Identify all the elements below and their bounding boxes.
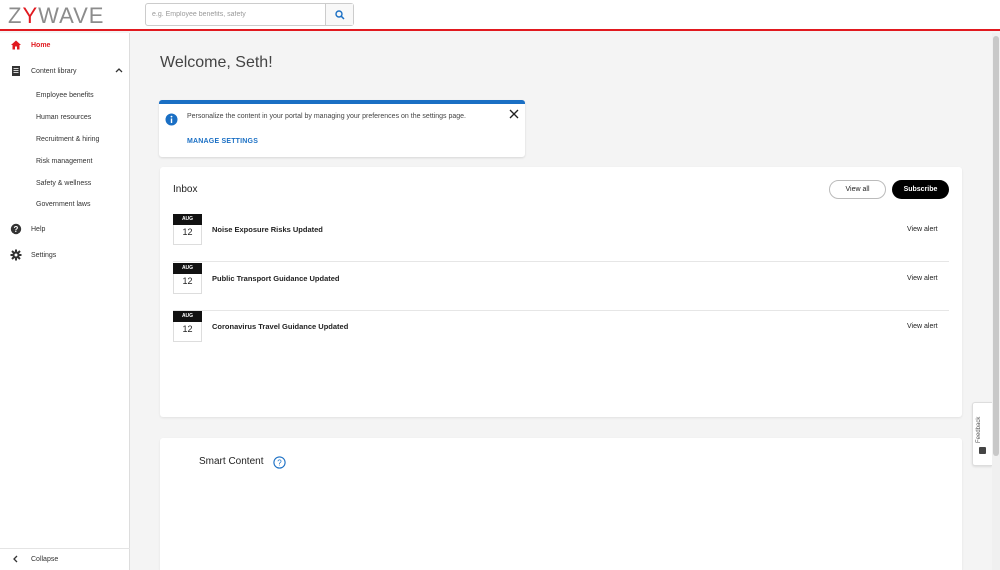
sidebar-sub-item-employee-benefits[interactable]: Employee benefits xyxy=(36,92,94,99)
close-icon[interactable] xyxy=(509,109,519,119)
help-icon: ? xyxy=(10,223,22,235)
inbox-card: Inbox View all Subscribe AUG 12 Noise Ex… xyxy=(160,167,962,417)
sidebar-item-label: Settings xyxy=(31,251,57,259)
date-day: 12 xyxy=(182,227,193,237)
settings-banner: Personalize the content in your portal b… xyxy=(159,100,525,157)
manage-settings-link[interactable]: MANAGE SETTINGS xyxy=(187,138,258,145)
search-box xyxy=(145,3,354,26)
sidebar-sub-item-government-laws[interactable]: Government laws xyxy=(36,201,90,208)
inbox-title: Inbox xyxy=(173,184,198,195)
gear-icon xyxy=(10,249,22,261)
sidebar: Home Content library Employee benefits H… xyxy=(0,33,130,570)
sidebar-item-content-library[interactable]: Content library xyxy=(0,60,130,82)
date-badge: AUG 12 xyxy=(173,311,202,342)
alert-title[interactable]: Coronavirus Travel Guidance Updated xyxy=(212,322,348,331)
search-icon xyxy=(334,9,345,20)
svg-text:?: ? xyxy=(277,458,282,467)
document-icon xyxy=(12,66,20,76)
inbox-row: AUG 12 Public Transport Guidance Updated… xyxy=(173,263,949,311)
alert-title[interactable]: Noise Exposure Risks Updated xyxy=(212,225,323,234)
date-badge: AUG 12 xyxy=(173,214,202,245)
sidebar-item-label: Help xyxy=(31,225,46,233)
help-circle-icon[interactable]: ? xyxy=(273,456,286,469)
sidebar-sub-item-safety-wellness[interactable]: Safety & wellness xyxy=(36,180,91,187)
chevron-left-icon xyxy=(13,555,18,563)
view-all-button[interactable]: View all xyxy=(829,180,886,199)
sidebar-item-label: Content library xyxy=(31,67,77,75)
chevron-up-icon[interactable] xyxy=(115,67,123,73)
date-month: AUG xyxy=(173,263,202,274)
sidebar-item-help[interactable]: ? Help xyxy=(0,218,130,240)
smart-content-card: Smart Content ? xyxy=(160,438,962,570)
date-month: AUG xyxy=(173,311,202,322)
feedback-label: Feedback xyxy=(976,416,982,443)
collapse-label: Collapse xyxy=(31,556,59,563)
date-badge: AUG 12 xyxy=(173,263,202,294)
zywave-logo[interactable]: ZYWAVE xyxy=(8,3,104,29)
search-input[interactable] xyxy=(146,4,326,25)
sidebar-sub-item-human-resources[interactable]: Human resources xyxy=(36,114,91,121)
home-icon xyxy=(11,40,21,50)
inbox-row: AUG 12 Coronavirus Travel Guidance Updat… xyxy=(173,311,949,359)
date-day: 12 xyxy=(182,324,193,334)
search-button[interactable] xyxy=(325,4,353,25)
svg-text:?: ? xyxy=(14,225,19,234)
view-alert-link[interactable]: View alert xyxy=(907,275,938,282)
date-day: 12 xyxy=(182,276,193,286)
alert-title[interactable]: Public Transport Guidance Updated xyxy=(212,274,340,283)
collapse-sidebar-button[interactable]: Collapse xyxy=(0,548,130,570)
sidebar-sub-item-risk-management[interactable]: Risk management xyxy=(36,158,92,165)
banner-message: Personalize the content in your portal b… xyxy=(187,113,467,120)
feedback-tab[interactable]: Feedback xyxy=(972,402,992,466)
feedback-icon xyxy=(979,447,986,454)
view-alert-link[interactable]: View alert xyxy=(907,323,938,330)
page-scrollbar[interactable] xyxy=(992,33,1000,570)
page-title: Welcome, Seth! xyxy=(160,54,273,71)
inbox-row: AUG 12 Noise Exposure Risks Updated View… xyxy=(173,214,949,262)
sidebar-item-home[interactable]: Home xyxy=(0,34,130,56)
top-header: ZYWAVE xyxy=(0,0,1000,31)
sidebar-sub-item-recruitment-hiring[interactable]: Recruitment & hiring xyxy=(36,136,99,143)
info-icon xyxy=(165,113,178,126)
subscribe-button[interactable]: Subscribe xyxy=(892,180,949,199)
sidebar-item-settings[interactable]: Settings xyxy=(0,244,130,266)
date-month: AUG xyxy=(173,214,202,225)
sidebar-item-label: Home xyxy=(31,41,51,49)
view-alert-link[interactable]: View alert xyxy=(907,226,938,233)
smart-content-title: Smart Content xyxy=(199,456,264,467)
scrollbar-thumb[interactable] xyxy=(993,36,999,456)
